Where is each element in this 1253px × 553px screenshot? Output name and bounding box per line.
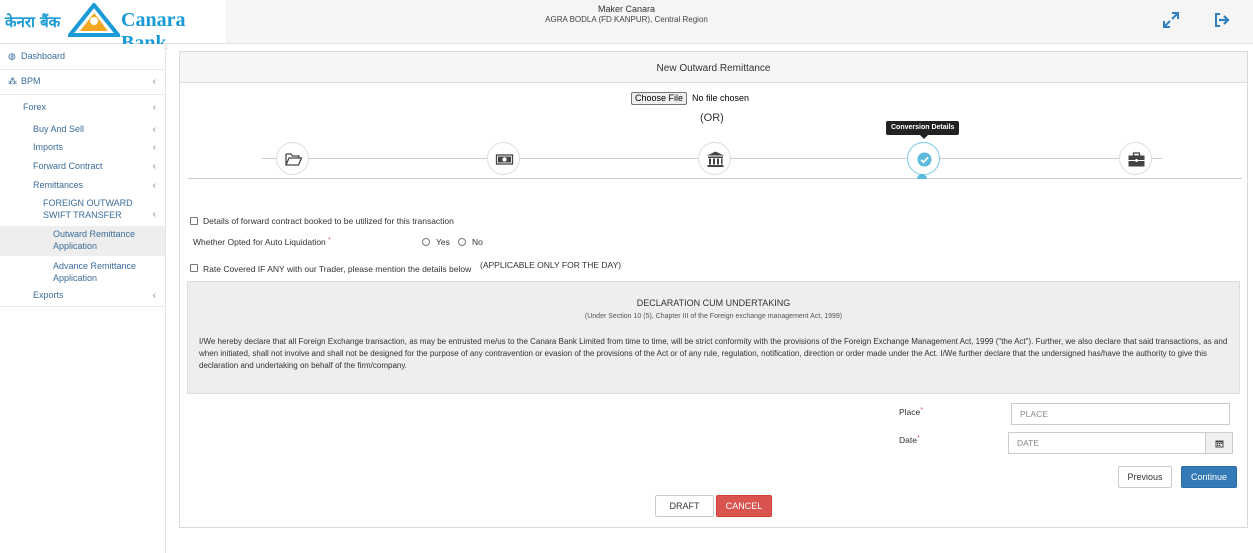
outward-remittance-panel: New Outward Remittance Choose File No fi…	[179, 51, 1248, 528]
auto-liquidation-label: Whether Opted for Auto Liquidation *	[193, 237, 331, 247]
declaration-title: DECLARATION CUM UNDERTAKING	[636, 298, 791, 308]
check-circle-icon	[917, 152, 932, 167]
yes-label: Yes	[436, 237, 450, 247]
dashboard-icon: ◍	[8, 51, 16, 61]
user-name: Maker Canara	[597, 4, 656, 14]
wizard-step-documents[interactable]	[276, 142, 309, 175]
sidebar-item-label: Application	[53, 241, 98, 251]
sidebar-divider	[0, 69, 165, 70]
sidebar-item-label: Exports	[33, 290, 64, 300]
sidebar-item-advance-remittance-application[interactable]: Advance Remittance Application	[0, 261, 165, 285]
sidebar-divider	[0, 94, 165, 95]
continue-button[interactable]: Continue	[1181, 466, 1237, 488]
chevron-left-icon: ‹	[152, 142, 156, 153]
cancel-button[interactable]: CANCEL	[716, 495, 772, 517]
date-input[interactable]	[1008, 432, 1206, 454]
logout-icon[interactable]	[1213, 11, 1231, 29]
previous-button[interactable]: Previous	[1118, 466, 1172, 488]
wizard-step-summary[interactable]	[1119, 142, 1152, 175]
sidebar-item-label: SWIFT TRANSFER	[43, 210, 122, 220]
chevron-left-icon: ‹	[152, 76, 156, 87]
sidebar-item-label: Dashboard	[21, 51, 66, 61]
active-step-indicator	[917, 174, 927, 179]
folder-open-icon	[285, 153, 303, 166]
or-separator: (OR)	[700, 112, 724, 124]
wizard-step-amount[interactable]	[487, 142, 520, 175]
app-header: केनरा बैंक Canara Bank Maker Canara AGRA…	[0, 0, 1253, 54]
briefcase-icon	[1128, 152, 1145, 167]
sidebar-divider	[0, 306, 165, 307]
sidebar-item-label: Forward Contract	[33, 161, 103, 171]
sidebar-item-label: Forex	[23, 102, 47, 112]
sitemap-icon: ⁂	[8, 76, 17, 86]
wizard-step-conversion-details[interactable]	[907, 142, 940, 175]
sidebar-item-label: Advance Remittance	[53, 261, 137, 271]
sidebar-item-foreign-outward-swift-transfer[interactable]: FOREIGN OUTWARD SWIFT TRANSFER ‹	[0, 198, 165, 222]
chevron-left-icon: ‹	[152, 209, 156, 220]
chevron-left-icon: ‹	[152, 180, 156, 191]
declaration-box: DECLARATION CUM UNDERTAKING (Under Secti…	[187, 281, 1240, 394]
wizard-baseline	[188, 178, 1242, 179]
rate-covered-note: (APPLICABLE ONLY FOR THE DAY)	[480, 260, 622, 270]
date-label: Date*	[899, 435, 920, 445]
calendar-icon	[1215, 440, 1224, 448]
money-icon	[495, 154, 514, 165]
place-label: Place*	[899, 407, 923, 417]
date-picker-button[interactable]	[1205, 432, 1233, 454]
declaration-subtitle: (Under Section 10 (5), Chapter III of th…	[584, 313, 843, 320]
choose-file-button[interactable]: Choose File	[631, 92, 687, 105]
sidebar-item-label: Application	[53, 273, 98, 283]
sidebar-item-label: FOREIGN OUTWARD	[43, 198, 133, 208]
declaration-body: I/We hereby declare that all Foreign Exc…	[199, 337, 1228, 370]
chevron-left-icon: ‹	[152, 290, 156, 301]
rate-covered-label: Rate Covered IF ANY with our Trader, ple…	[203, 264, 472, 274]
required-marker: *	[916, 435, 920, 442]
no-label: No	[472, 237, 483, 247]
panel-header: New Outward Remittance	[180, 52, 1247, 83]
required-marker: *	[328, 237, 331, 244]
sidebar-item-label: Buy And Sell	[33, 124, 85, 134]
file-status: No file chosen	[692, 93, 750, 103]
expand-icon[interactable]	[1162, 11, 1180, 29]
branch-info: AGRA BODLA (FD KANPUR), Central Region	[545, 15, 708, 24]
sidebar-item-label: Outward Remittance	[53, 229, 136, 239]
bank-icon	[707, 151, 724, 167]
required-marker: *	[920, 407, 923, 414]
wizard-step-bank[interactable]	[698, 142, 731, 175]
auto-liquidation-no-radio[interactable]	[458, 238, 466, 246]
sidebar-item-label: Imports	[33, 142, 64, 152]
sidebar-item-label: BPM	[21, 76, 41, 86]
auto-liquidation-yes-radio[interactable]	[422, 238, 430, 246]
place-input[interactable]	[1011, 403, 1230, 425]
draft-button[interactable]: DRAFT	[655, 495, 714, 517]
tooltip-arrow	[920, 135, 928, 139]
forward-contract-checkbox[interactable]	[190, 217, 198, 225]
sidebar: ◍ Dashboard ⁂ BPM ‹ Forex ‹ Buy And Sell…	[0, 44, 166, 553]
chevron-left-icon: ‹	[152, 161, 156, 172]
chevron-left-icon: ‹	[152, 124, 156, 135]
page-title: New Outward Remittance	[656, 63, 771, 74]
chevron-left-icon: ‹	[152, 102, 156, 113]
rate-covered-checkbox[interactable]	[190, 264, 198, 272]
step-tooltip: Conversion Details	[886, 121, 960, 135]
sidebar-item-label: Remittances	[33, 180, 84, 190]
sidebar-item-outward-remittance-application[interactable]: Outward Remittance Application	[0, 229, 165, 253]
forward-contract-label: Details of forward contract booked to be…	[203, 216, 454, 226]
